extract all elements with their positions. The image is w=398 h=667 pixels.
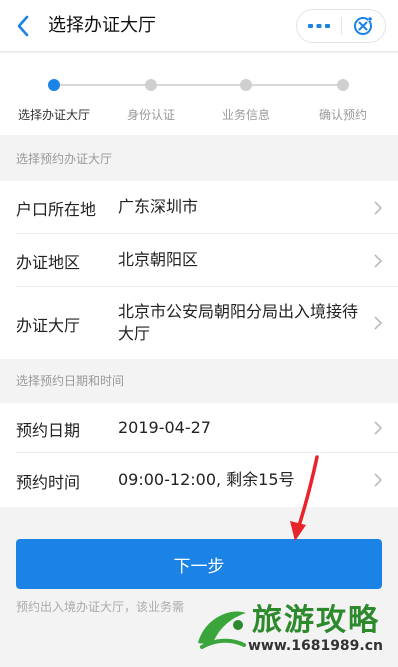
nav-bar: 选择办证大厅 [0, 0, 398, 52]
next-step-button[interactable]: 下一步 [16, 539, 382, 589]
row-value: 北京朝阳区 [118, 250, 199, 269]
chevron-right-icon [374, 201, 383, 215]
row-label: 预约时间 [16, 473, 81, 492]
step-dot-4 [337, 79, 349, 91]
step-dot-1 [48, 79, 60, 91]
row-appointment-date[interactable]: 预约日期 2019-04-27 [0, 403, 398, 453]
section-header-hall: 选择预约办证大厅 [0, 137, 398, 181]
row-label: 户口所在地 [16, 200, 97, 219]
row-office-district[interactable]: 办证地区 北京朝阳区 [0, 234, 398, 287]
watermark: 旅游攻略 www.1681989.cn [188, 593, 398, 667]
step-label-2: 身份认证 [126, 108, 176, 122]
step-dot-3 [240, 79, 252, 91]
watermark-url: www.1681989.cn [248, 638, 383, 654]
row-value: 2019-04-27 [118, 418, 211, 437]
chevron-right-icon [374, 421, 383, 435]
back-button[interactable] [8, 10, 38, 42]
stepper-track [60, 84, 338, 86]
row-label: 办证大厅 [16, 316, 81, 335]
chevron-right-icon [374, 316, 383, 330]
close-button[interactable] [342, 10, 386, 42]
row-label: 办证地区 [16, 253, 81, 272]
page-title: 选择办证大厅 [48, 15, 156, 36]
row-office-hall[interactable]: 办证大厅 北京市公安局朝阳分局出入境接待大厅 [0, 287, 398, 359]
step-dot-2 [145, 79, 157, 91]
section-header-time: 选择预约日期和时间 [0, 359, 398, 403]
chevron-left-icon [17, 15, 29, 37]
watermark-logo-icon [198, 611, 246, 649]
more-button[interactable] [297, 10, 341, 42]
step-label-1: 选择办证大厅 [17, 108, 91, 122]
chevron-right-icon [374, 473, 383, 487]
row-hukou-location[interactable]: 户口所在地 广东深圳市 [0, 181, 398, 234]
mini-program-capsule [296, 9, 386, 43]
annotation-arrow-icon [290, 455, 319, 541]
row-appointment-time[interactable]: 预约时间 09:00-12:00, 剩余15号 [0, 453, 398, 507]
row-value: 北京市公安局朝阳分局出入境接待大厅 [118, 302, 359, 343]
target-close-icon [354, 17, 373, 35]
step-label-4: 确认预约 [318, 108, 368, 122]
chevron-right-icon [374, 254, 383, 268]
more-dots-icon [307, 24, 330, 28]
step-label-3: 业务信息 [221, 108, 271, 122]
watermark-title: 旅游攻略 [252, 603, 380, 638]
row-value: 广东深圳市 [118, 197, 199, 216]
row-label: 预约日期 [16, 421, 81, 440]
progress-stepper: 选择办证大厅 身份认证 业务信息 确认预约 [0, 53, 398, 135]
